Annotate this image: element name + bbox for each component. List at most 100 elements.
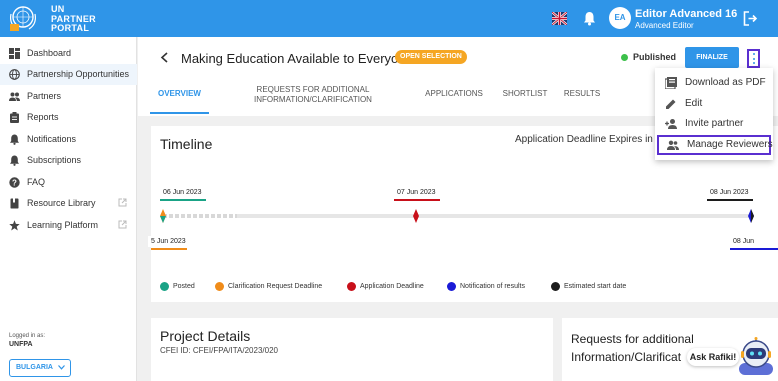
page-title: Making Education Available to Everyone bbox=[181, 51, 413, 66]
sidebar-item-partners[interactable]: Partners bbox=[0, 86, 137, 107]
published-status-dot bbox=[621, 54, 628, 61]
legend-dot-notification bbox=[447, 282, 456, 291]
application-deadline-marker bbox=[413, 209, 419, 223]
sidebar-item-label: Dashboard bbox=[27, 48, 72, 58]
user-avatar[interactable]: EA bbox=[609, 7, 631, 29]
country-label: BULGARIA bbox=[16, 364, 53, 371]
brand-name: UN PARTNER PORTAL bbox=[51, 4, 96, 34]
pdf-icon bbox=[665, 77, 677, 89]
robot-assistant-icon[interactable] bbox=[737, 337, 775, 375]
user-role: Advanced Editor bbox=[635, 21, 694, 30]
book-icon bbox=[10, 198, 19, 209]
sidebar-item-dashboard[interactable]: Dashboard bbox=[0, 43, 137, 64]
sidebar-item-label: Notifications bbox=[27, 134, 77, 144]
notification-date-chip: 08 Jun bbox=[730, 236, 758, 247]
logout-icon[interactable] bbox=[743, 11, 758, 26]
notifications-bell-icon[interactable] bbox=[583, 11, 596, 26]
legend-clarification: Clarification Request Deadline bbox=[228, 283, 323, 290]
ask-rafiki-button[interactable]: Ask Rafiki! bbox=[687, 348, 739, 366]
star-icon bbox=[9, 220, 20, 231]
active-tab-indicator bbox=[150, 112, 209, 114]
logged-in-label: Logged in as: bbox=[9, 333, 46, 339]
sidebar-item-subscriptions[interactable]: Subscriptions bbox=[0, 150, 137, 171]
project-details-title: Project Details bbox=[160, 328, 251, 344]
uk-flag-icon[interactable] bbox=[552, 12, 567, 25]
country-selector[interactable]: BULGARIA bbox=[9, 359, 71, 377]
clarification-date-chip: 5 Jun 2023 bbox=[148, 236, 189, 247]
sidebar-item-reports[interactable]: Reports bbox=[0, 107, 137, 128]
back-arrow-icon[interactable] bbox=[160, 52, 169, 63]
pencil-icon bbox=[666, 99, 676, 109]
more-options-menu: Download as PDF Edit Invite partner Mana… bbox=[655, 68, 773, 160]
legend-dot-posted bbox=[160, 282, 169, 291]
menu-item-edit[interactable]: Edit bbox=[655, 94, 773, 114]
finalize-button[interactable]: FINALIZE bbox=[685, 47, 739, 68]
group-icon bbox=[667, 140, 679, 150]
legend-application: Application Deadline bbox=[360, 283, 424, 290]
menu-item-label: Download as PDF bbox=[685, 77, 766, 88]
people-icon bbox=[9, 92, 20, 101]
status-badge: OPEN SELECTION bbox=[395, 50, 467, 64]
sidebar-item-faq[interactable]: ? FAQ bbox=[0, 172, 137, 193]
notification-chip-bar bbox=[730, 248, 778, 250]
legend-dot-application bbox=[347, 282, 356, 291]
cfei-id: CFEI ID: CFEI/FPA/ITA/2023/020 bbox=[160, 346, 278, 355]
sidebar: Dashboard Partnership Opportunities Part… bbox=[0, 37, 137, 381]
estimated-chip-bar bbox=[707, 199, 753, 201]
user-name[interactable]: Editor Advanced 16 bbox=[635, 8, 737, 20]
legend-notification: Notification of results bbox=[460, 283, 525, 290]
posted-chip-bar bbox=[160, 199, 206, 201]
sidebar-item-label: Resource Library bbox=[27, 198, 96, 208]
bell-list-icon bbox=[10, 155, 19, 166]
sidebar-item-label: Learning Platform bbox=[27, 220, 99, 230]
menu-item-label: Manage Reviewers bbox=[687, 139, 773, 150]
requests-card-title: Requests for additional Information/Clar… bbox=[571, 330, 694, 366]
menu-item-invite-partner[interactable]: Invite partner bbox=[655, 114, 773, 134]
external-link-icon bbox=[118, 198, 127, 207]
tab-results[interactable]: RESULTS bbox=[560, 89, 604, 99]
application-chip-bar bbox=[394, 199, 440, 201]
un-logo-icon[interactable] bbox=[8, 4, 38, 32]
deadline-countdown: Application Deadline Expires in 1 d bbox=[515, 134, 670, 145]
estimated-start-chip: 08 Jun 2023 bbox=[707, 187, 752, 198]
menu-item-label: Edit bbox=[685, 98, 703, 109]
chevron-down-icon bbox=[58, 365, 65, 370]
tab-overview[interactable]: OVERVIEW bbox=[150, 89, 209, 99]
sidebar-item-label: FAQ bbox=[27, 177, 46, 187]
more-options-button[interactable] bbox=[747, 49, 760, 68]
organization-name: UNFPA bbox=[9, 341, 33, 348]
clipboard-icon bbox=[10, 112, 19, 123]
tab-shortlist[interactable]: SHORTLIST bbox=[498, 89, 552, 99]
application-deadline-chip: 07 Jun 2023 bbox=[394, 187, 439, 198]
top-app-bar: UN PARTNER PORTAL EA Editor Advanced 16 … bbox=[0, 0, 778, 37]
tab-applications[interactable]: APPLICATIONS bbox=[420, 89, 488, 99]
legend-dot-estimated bbox=[551, 282, 560, 291]
menu-item-label: Invite partner bbox=[685, 118, 744, 129]
external-link-icon bbox=[118, 220, 127, 229]
menu-item-download-pdf[interactable]: Download as PDF bbox=[655, 73, 773, 93]
sidebar-item-label: Partnership Opportunities bbox=[27, 69, 130, 79]
sidebar-item-label: Partners bbox=[27, 91, 62, 101]
svg-text:?: ? bbox=[12, 178, 17, 187]
dashboard-icon bbox=[9, 48, 20, 59]
sidebar-item-resource-library[interactable]: Resource Library bbox=[0, 193, 137, 214]
tab-requests-for-additional-information[interactable]: REQUESTS FOR ADDITIONAL INFORMATION/CLAR… bbox=[246, 85, 380, 104]
requests-title-line: Requests for additional bbox=[571, 332, 694, 346]
published-label: Published bbox=[633, 52, 677, 62]
sidebar-item-learning-platform[interactable]: Learning Platform bbox=[0, 215, 137, 236]
sidebar-item-label: Subscriptions bbox=[27, 155, 82, 165]
timeline-title: Timeline bbox=[160, 136, 213, 152]
requests-title-line: Information/Clarificat bbox=[571, 350, 682, 364]
person-add-icon bbox=[665, 119, 677, 129]
brand-line: PORTAL bbox=[51, 23, 90, 33]
sidebar-item-label: Reports bbox=[27, 112, 59, 122]
menu-item-manage-reviewers[interactable]: Manage Reviewers bbox=[657, 135, 773, 155]
legend-posted: Posted bbox=[173, 283, 195, 290]
sidebar-item-notifications[interactable]: Notifications bbox=[0, 129, 137, 150]
legend-estimated: Estimated start date bbox=[564, 283, 627, 290]
timeline-track bbox=[160, 209, 754, 223]
clarification-chip-bar bbox=[151, 248, 187, 250]
sidebar-item-partnership-opportunities[interactable]: Partnership Opportunities bbox=[0, 64, 137, 85]
bell-icon bbox=[10, 134, 19, 145]
project-details-card: Project Details CFEI ID: CFEI/FPA/ITA/20… bbox=[151, 318, 553, 381]
